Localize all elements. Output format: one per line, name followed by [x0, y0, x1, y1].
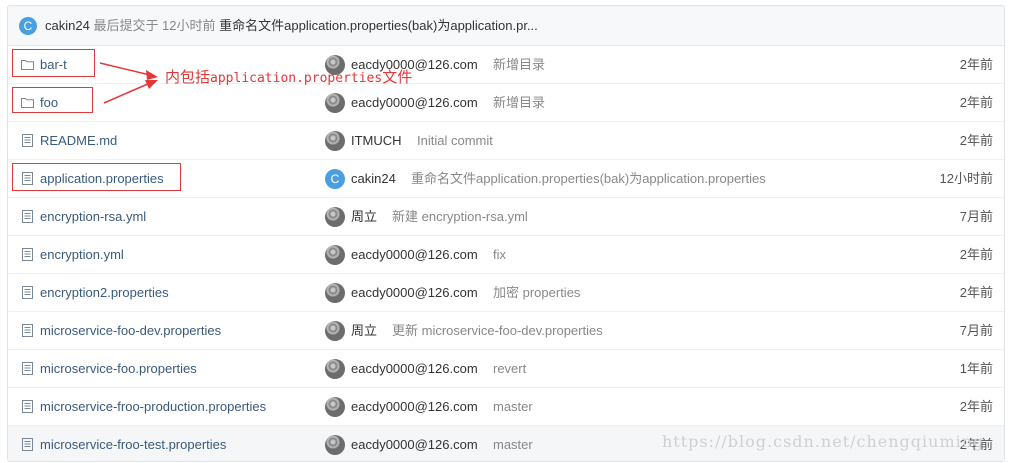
- annotation-suffix: 文件: [382, 69, 413, 86]
- watermark: https://blog.csdn.net/chengqiuming: [662, 432, 985, 451]
- annotation-arrows: [99, 62, 158, 104]
- annotation-prefix: 内包括: [165, 69, 211, 86]
- annotation-filename: application.properties: [210, 71, 383, 86]
- annotation-note: 内包括application.properties文件: [165, 69, 412, 88]
